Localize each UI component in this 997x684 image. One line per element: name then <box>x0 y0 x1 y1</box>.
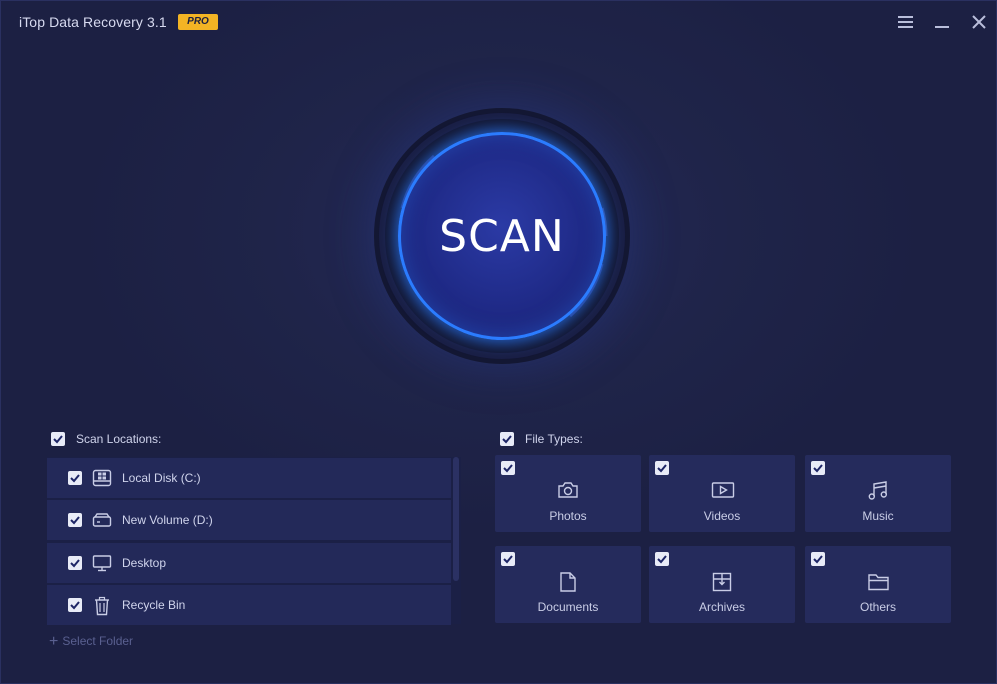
file-type-label: Videos <box>703 509 741 523</box>
file-type-music[interactable]: Music <box>805 455 951 532</box>
monitor-icon <box>92 554 112 577</box>
file-type-photos[interactable]: Photos <box>495 455 641 532</box>
document-icon <box>557 571 579 598</box>
file-type-label: Others <box>859 600 896 614</box>
location-checkbox[interactable] <box>68 513 82 527</box>
location-item-new-volume-d[interactable]: New Volume (D:) <box>47 500 451 540</box>
scan-locations-header: Scan Locations: <box>76 432 162 446</box>
app-title: iTop Data Recovery 3.1 <box>19 14 167 30</box>
music-note-icon <box>867 480 889 507</box>
location-item-recycle-bin[interactable]: Recycle Bin <box>47 585 451 625</box>
location-label: Recycle Bin <box>122 598 186 612</box>
select-folder-label: Select Folder <box>62 634 134 648</box>
file-type-checkbox[interactable] <box>811 461 825 475</box>
location-label: Desktop <box>122 556 167 570</box>
location-checkbox[interactable] <box>68 471 82 485</box>
scan-button-label: SCAN <box>439 210 565 262</box>
camera-icon <box>557 480 579 505</box>
location-item-local-disk-c[interactable]: Local Disk (C:) <box>47 458 451 498</box>
file-type-checkbox[interactable] <box>655 461 669 475</box>
file-type-label: Music <box>862 509 894 523</box>
video-icon <box>711 480 735 505</box>
drive-icon <box>92 511 112 534</box>
location-label: New Volume (D:) <box>122 513 213 527</box>
file-types-checkbox[interactable] <box>500 432 514 446</box>
location-checkbox[interactable] <box>68 598 82 612</box>
app-window: iTop Data Recovery 3.1 PRO SCAN Scan Loc… <box>0 0 997 684</box>
title-bar: iTop Data Recovery 3.1 PRO <box>1 1 996 43</box>
location-checkbox[interactable] <box>68 556 82 570</box>
location-label: Local Disk (C:) <box>122 471 201 485</box>
folder-icon <box>867 571 891 598</box>
close-icon[interactable] <box>966 9 992 35</box>
file-type-checkbox[interactable] <box>811 552 825 566</box>
file-type-checkbox[interactable] <box>501 552 515 566</box>
file-type-archives[interactable]: Archives <box>649 546 795 623</box>
file-types-header: File Types: <box>525 432 583 446</box>
file-type-label: Photos <box>549 509 587 523</box>
file-type-label: Documents <box>537 600 599 614</box>
scan-locations-scrollbar[interactable] <box>453 457 459 581</box>
file-type-documents[interactable]: Documents <box>495 546 641 623</box>
file-type-checkbox[interactable] <box>655 552 669 566</box>
plus-icon: + <box>49 633 59 650</box>
file-type-label: Archives <box>698 600 745 614</box>
archive-box-icon <box>711 571 733 598</box>
pro-badge: PRO <box>178 14 218 30</box>
minimize-icon[interactable] <box>930 9 956 35</box>
scan-button[interactable]: SCAN <box>398 132 606 340</box>
trash-icon <box>92 596 112 621</box>
file-type-others[interactable]: Others <box>805 546 951 623</box>
file-type-checkbox[interactable] <box>501 461 515 475</box>
file-type-videos[interactable]: Videos <box>649 455 795 532</box>
scan-locations-checkbox[interactable] <box>51 432 65 446</box>
windows-drive-icon <box>92 469 112 492</box>
location-item-desktop[interactable]: Desktop <box>47 543 451 583</box>
select-folder-button[interactable]: + Select Folder <box>49 633 133 651</box>
hamburger-menu-icon[interactable] <box>893 9 919 35</box>
